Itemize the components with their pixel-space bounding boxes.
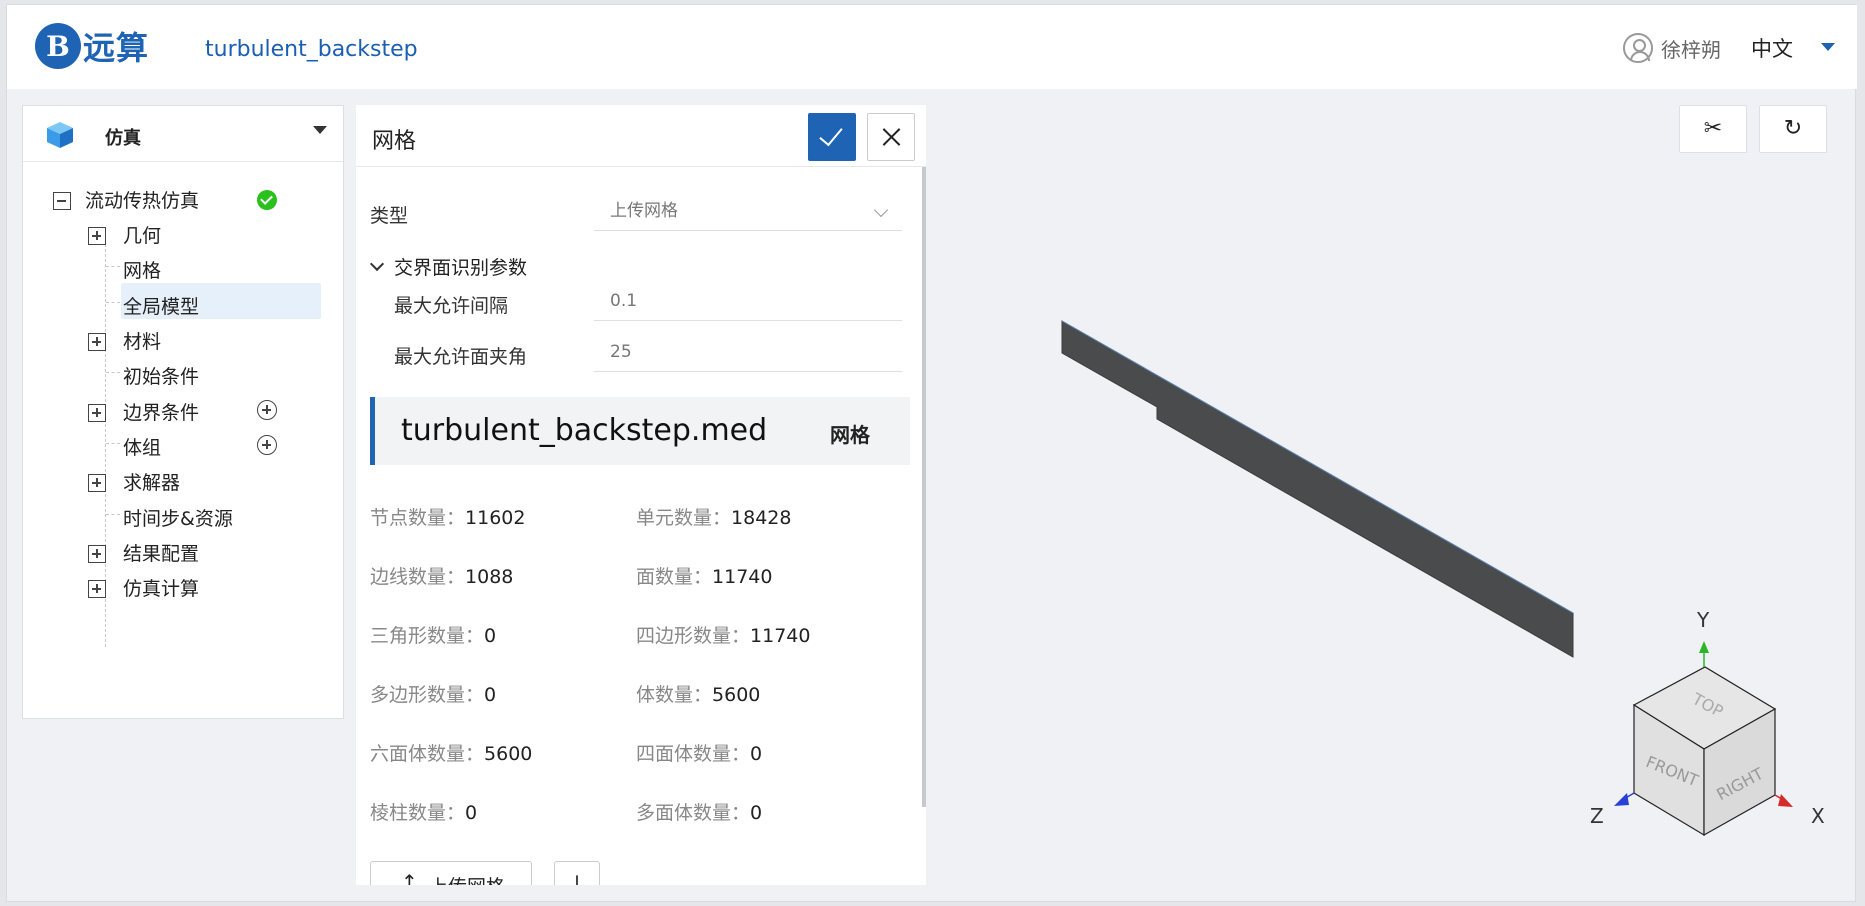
3d-viewport[interactable]: TOP FRONT RIGHT Y X Z xyxy=(7,5,1857,903)
x-axis-arrow xyxy=(1778,794,1793,807)
app-window: B 远算 turbulent_backstep 徐梓朔 中文 仿真 流动传热仿真 xyxy=(6,4,1857,903)
x-axis-label: X xyxy=(1811,804,1825,828)
mesh-edge xyxy=(1061,320,1574,614)
y-axis-label: Y xyxy=(1696,608,1710,632)
orientation-cube[interactable]: TOP FRONT RIGHT xyxy=(1632,666,1777,837)
z-axis-arrow xyxy=(1614,793,1629,806)
z-axis-label: Z xyxy=(1590,804,1604,828)
mesh-geometry[interactable] xyxy=(1061,320,1574,658)
y-axis-arrow xyxy=(1699,641,1709,653)
